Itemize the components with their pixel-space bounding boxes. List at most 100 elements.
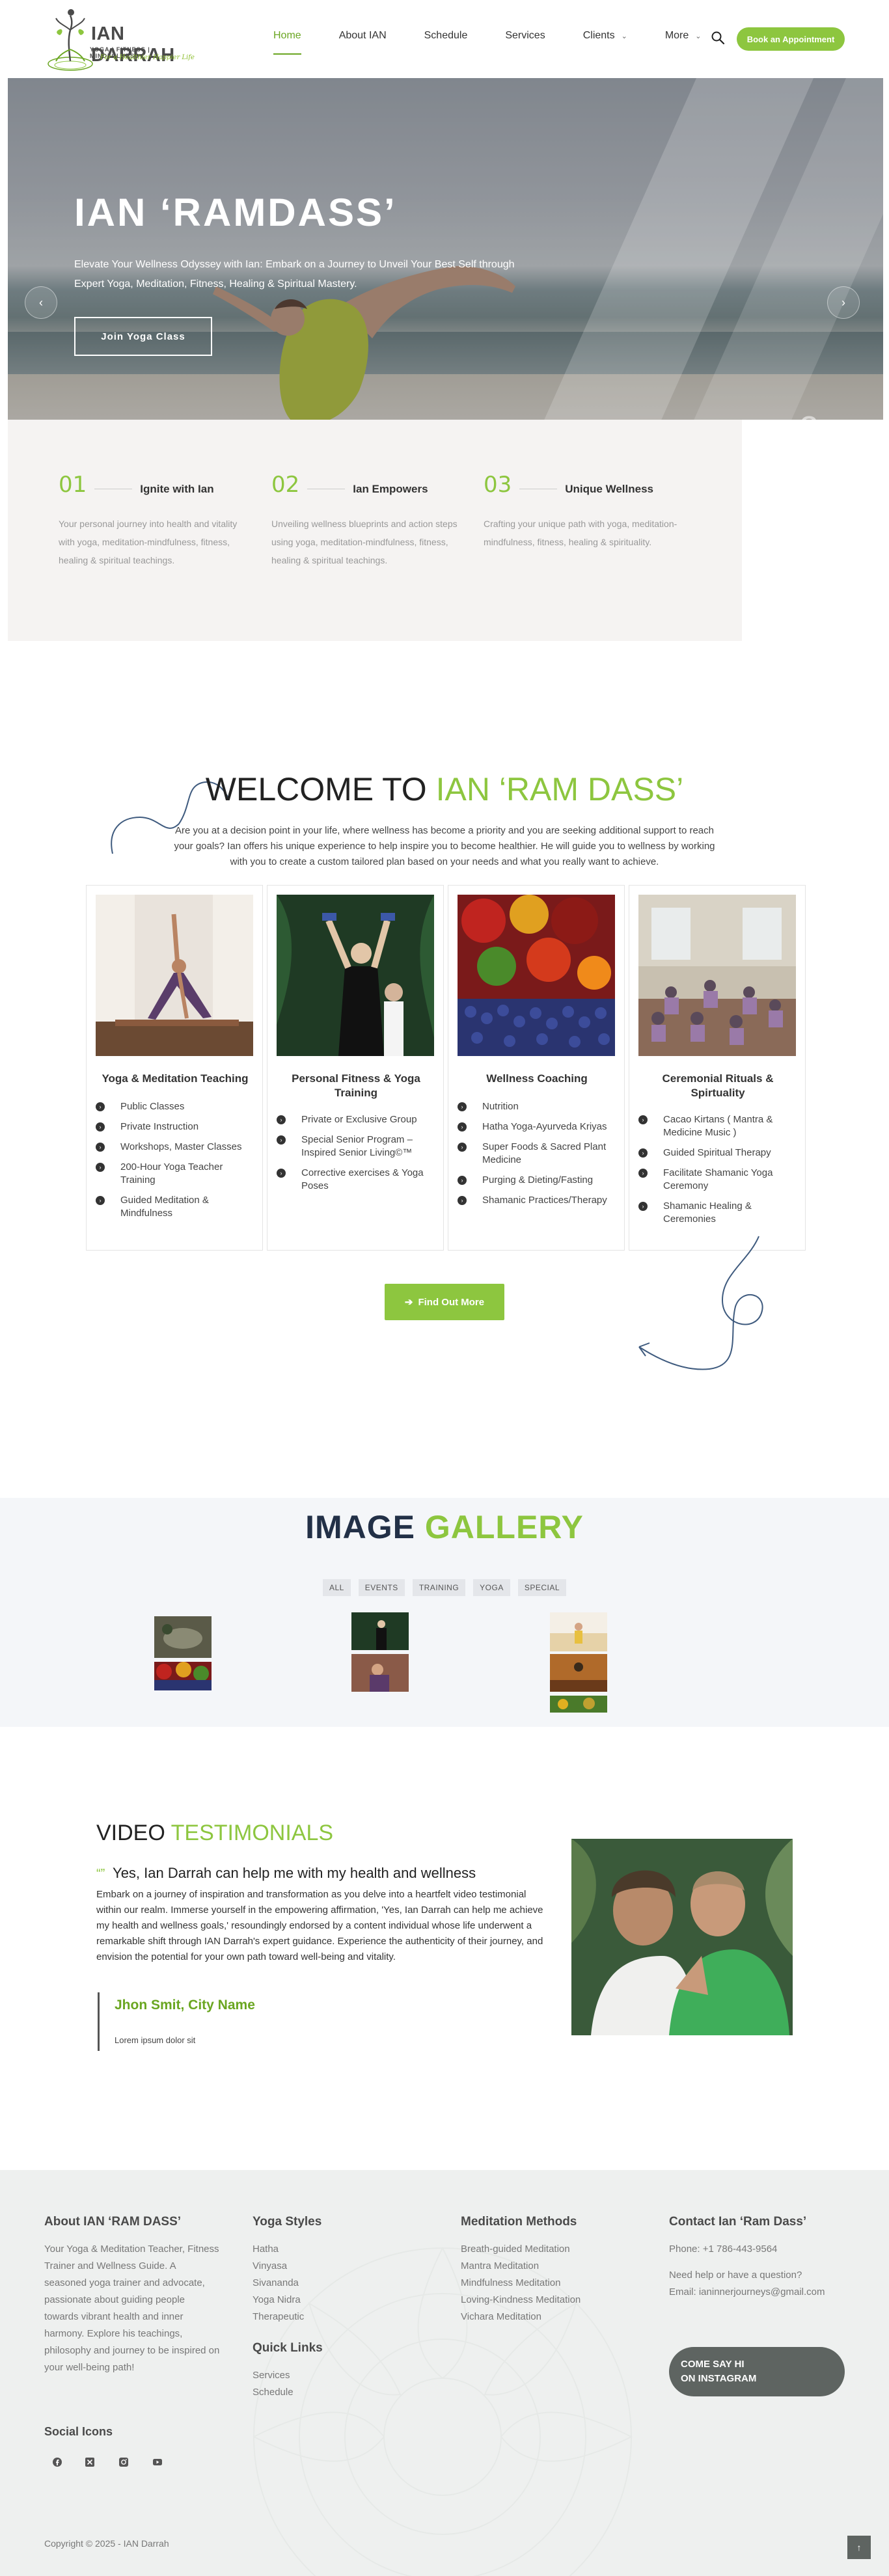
filter-training[interactable]: TRAINING <box>412 1579 466 1596</box>
chevron-circle-icon: › <box>277 1135 286 1145</box>
card-title: Personal Fitness & Yoga Training <box>292 1072 420 1099</box>
gallery-image[interactable] <box>351 1654 409 1692</box>
service-card[interactable]: Wellness Coaching › Nutrition › Hatha Yoga… <box>448 885 625 1251</box>
filter-events[interactable]: EVENTS <box>358 1579 405 1596</box>
chevron-circle-icon: › <box>458 1196 467 1205</box>
filter-yoga[interactable]: YOGA <box>473 1579 510 1596</box>
footer-email[interactable]: Email: ianinnerjourneys@gmail.com <box>669 2284 864 2301</box>
page: IAN DARRAH YOGA | FITNESS | MINDFULNESS … <box>0 0 889 2576</box>
chevron-circle-icon: › <box>458 1122 467 1132</box>
x-twitter-icon[interactable] <box>81 2453 99 2471</box>
main-nav: Home About IAN Schedule Services Clients… <box>273 30 739 55</box>
gallery-image[interactable] <box>550 1612 607 1651</box>
gallery-title-accent: GALLERY <box>424 1509 584 1545</box>
service-card[interactable]: Ceremonial Rituals & Spirtuality › Cacao … <box>629 885 806 1251</box>
list-item: › Special Senior Program – Inspired Senio… <box>277 1133 438 1159</box>
list-item-label: 200-Hour Yoga Teacher Training <box>120 1161 223 1186</box>
logo-subtitle: For a Healthier Happier Life <box>100 54 195 61</box>
feature-number: 02 <box>271 472 300 498</box>
chevron-circle-icon: › <box>277 1169 286 1178</box>
footer-link[interactable]: Sivananda <box>253 2275 409 2292</box>
testimonials-title-main: VIDEO <box>96 1821 165 1845</box>
site-logo[interactable]: IAN DARRAH YOGA | FITNESS | MINDFULNESS … <box>44 4 200 74</box>
footer-link[interactable]: Mindfulness Meditation <box>461 2275 643 2292</box>
footer-link[interactable]: Services <box>253 2367 409 2384</box>
gallery-title-main: IMAGE <box>305 1509 415 1545</box>
loop-arrow-decoration <box>638 1236 763 1370</box>
chevron-right-icon[interactable]: › <box>827 286 860 319</box>
footer-link[interactable]: Mantra Meditation <box>461 2258 643 2275</box>
gallery-image[interactable] <box>154 1662 212 1690</box>
filter-special[interactable]: SPECIAL <box>517 1579 567 1596</box>
chevron-left-icon[interactable]: ‹ <box>25 286 57 319</box>
nav-label: Clients <box>582 30 615 41</box>
feature-title: Unique Wellness <box>565 482 653 495</box>
slide-counter: 2, 3 <box>799 409 849 449</box>
nav-schedule[interactable]: Schedule <box>424 30 468 42</box>
chevron-down-icon: ⌄ <box>621 32 627 40</box>
footer-link[interactable]: Therapeutic <box>253 2309 409 2325</box>
footer-link[interactable]: Schedule <box>253 2384 409 2401</box>
facebook-icon[interactable] <box>48 2453 66 2471</box>
chevron-circle-icon: › <box>96 1143 105 1152</box>
yoga-teaching-image <box>96 895 253 1056</box>
gallery-image[interactable] <box>550 1654 607 1692</box>
chevron-circle-icon: › <box>96 1163 105 1172</box>
gallery-image[interactable] <box>351 1612 409 1650</box>
nav-about[interactable]: About IAN <box>339 30 387 42</box>
chevron-circle-icon: › <box>638 1115 648 1124</box>
gallery-image[interactable] <box>550 1696 607 1713</box>
list-item-label: Purging & Dieting/Fasting <box>482 1174 594 1186</box>
find-out-more-button[interactable]: ➔ Find Out More <box>385 1284 504 1320</box>
instagram-button-line2: ON INSTAGRAM <box>681 2373 757 2384</box>
gallery-image[interactable] <box>154 1616 212 1658</box>
testimonial-photo[interactable] <box>571 1839 793 2035</box>
slide-current: 2 <box>799 409 819 448</box>
footer-link[interactable]: Breath-guided Meditation <box>461 2241 643 2258</box>
footer-link[interactable]: Loving-Kindness Meditation <box>461 2292 643 2309</box>
gallery-filters: ALL EVENTS TRAINING YOGA SPECIAL <box>0 1579 889 1596</box>
slide-separator: , <box>819 421 825 446</box>
social-icons-title: Social Icons <box>44 2425 113 2438</box>
nav-services[interactable]: Services <box>505 30 545 42</box>
list-item: › Workshops, Master Classes <box>96 1141 257 1154</box>
footer-phone[interactable]: Phone: +1 786-443-9564 <box>669 2241 864 2258</box>
service-card[interactable]: Yoga & Meditation Teaching › Public Class… <box>86 885 263 1251</box>
list-item: › Private Instruction <box>96 1120 257 1133</box>
arrow-up-icon[interactable]: ↑ <box>847 2536 871 2559</box>
instagram-icon[interactable] <box>115 2453 133 2471</box>
testimonial-author-sub: Lorem ipsum dolor sit <box>115 2035 196 2045</box>
feature-text: Unveiling wellness blueprints and action… <box>271 519 458 565</box>
nav-label: More <box>664 30 689 41</box>
service-card[interactable]: Personal Fitness & Yoga Training › Privat… <box>267 885 444 1251</box>
nav-label: About IAN <box>338 30 387 41</box>
chevron-circle-icon: › <box>458 1143 467 1152</box>
wellness-food-image <box>458 895 615 1056</box>
chevron-circle-icon: › <box>638 1148 648 1158</box>
youtube-icon[interactable] <box>148 2453 167 2471</box>
list-item-label: Guided Spiritual Therapy <box>663 1147 771 1158</box>
book-appointment-button[interactable]: Book an Appointment <box>737 27 845 51</box>
instagram-button[interactable]: COME SAY HI ON INSTAGRAM <box>669 2347 845 2396</box>
filter-all[interactable]: ALL <box>322 1579 351 1596</box>
footer-link[interactable]: Yoga Nidra <box>253 2292 409 2309</box>
footer-link[interactable]: Vichara Meditation <box>461 2309 643 2325</box>
nav-clients[interactable]: Clients ⌄ <box>583 30 627 42</box>
footer-link[interactable]: Vinyasa <box>253 2258 409 2275</box>
testimonial-author: Jhon Smit, City Name <box>115 1998 255 2013</box>
list-item-label: Shamanic Practices/Therapy <box>482 1195 607 1206</box>
nav-more[interactable]: More ⌄ <box>665 30 702 42</box>
chevron-circle-icon: › <box>96 1196 105 1205</box>
footer-link[interactable]: Hatha <box>253 2241 409 2258</box>
list-item: › Super Foods & Sacred Plant Medicine <box>458 1141 619 1167</box>
search-icon[interactable] <box>711 31 725 45</box>
footer-yoga-title: Yoga Styles <box>253 2215 322 2229</box>
chevron-circle-icon: › <box>458 1176 467 1185</box>
list-item-label: Corrective exercises & Yoga Poses <box>301 1167 424 1191</box>
chevron-circle-icon: › <box>96 1102 105 1111</box>
nav-home[interactable]: Home <box>273 30 301 55</box>
join-yoga-class-button[interactable]: Join Yoga Class <box>74 317 212 356</box>
chevron-down-icon: ⌄ <box>695 32 702 40</box>
welcome-title: WELCOME TO IAN ‘RAM DASS’ <box>0 770 889 808</box>
card-list: › Public Classes › Private Instruction › Wo… <box>96 1100 257 1227</box>
